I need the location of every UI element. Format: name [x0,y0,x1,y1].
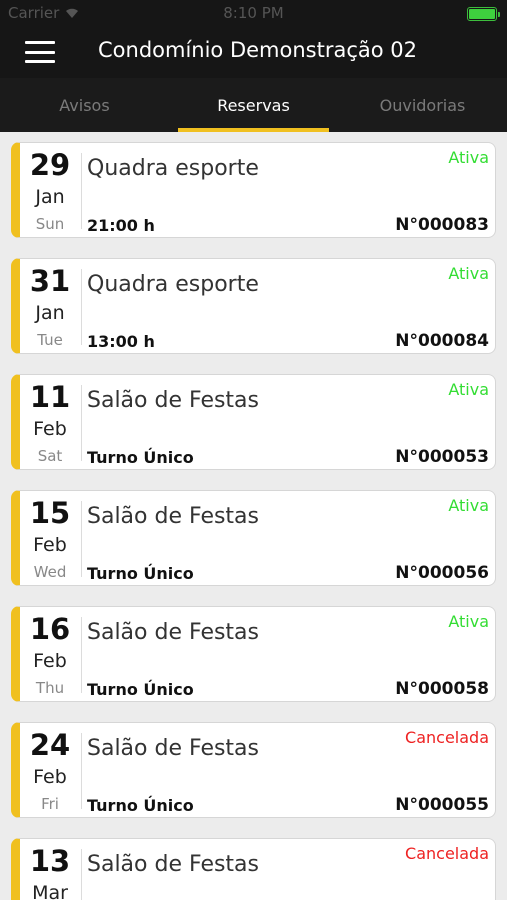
reservation-number: N°000053 [395,447,489,467]
reservation-date: 11 Feb Sat [20,375,80,469]
reservation-card[interactable]: 16 Feb Thu Salão de Festas Turno Único N… [11,606,496,702]
reservation-card[interactable]: 11 Feb Sat Salão de Festas Turno Único N… [11,374,496,470]
reservation-card[interactable]: 29 Jan Sun Quadra esporte 21:00 h N°0000… [11,142,496,238]
reservation-card[interactable]: 13 Mar Salão de Festas Cancelada [11,838,496,900]
reservation-weekday: Sat [37,447,63,465]
reservation-card[interactable]: 31 Jan Tue Quadra esporte 13:00 h N°0000… [11,258,496,354]
reservation-time: Turno Único [87,564,194,583]
reservation-number: N°000056 [395,563,489,583]
reservation-month: Feb [33,534,67,556]
reservation-day: 24 [29,728,71,762]
reservation-time: 13:00 h [87,332,155,351]
status-badge: Ativa [448,496,489,515]
reservation-title: Salão de Festas [87,620,260,645]
app-header: Condomínio Demonstração 02 [0,28,507,78]
reservation-day: 13 [29,844,71,878]
reservation-weekday: Thu [35,679,65,697]
status-time: 8:10 PM [223,4,284,22]
reservation-month: Mar [32,882,68,900]
reservation-number: N°000084 [395,331,489,351]
reservation-time: Turno Único [87,680,194,699]
reservation-date: 16 Feb Thu [20,607,80,701]
status-badge: Ativa [448,380,489,399]
reservation-title: Quadra esporte [87,272,259,297]
reservation-weekday: Sun [35,215,65,233]
reservation-title: Salão de Festas [87,504,260,529]
status-bar: Carrier 8:10 PM [0,0,507,28]
reservation-month: Jan [35,302,65,324]
card-divider [81,385,82,461]
reservation-weekday: Fri [41,795,59,813]
reservation-date: 29 Jan Sun [20,143,80,237]
reservation-day: 31 [29,264,71,298]
status-badge: Ativa [448,612,489,631]
reservation-number: N°000055 [395,795,489,815]
reservation-month: Feb [33,650,67,672]
reservation-card[interactable]: 24 Feb Fri Salão de Festas Turno Único N… [11,722,496,818]
reservation-date: 15 Feb Wed [20,491,80,585]
reservation-time: Turno Único [87,448,194,467]
reservation-day: 16 [29,612,71,646]
status-badge: Ativa [448,148,489,167]
reservation-day: 11 [29,380,71,414]
reservation-number: N°000058 [395,679,489,699]
card-divider [81,849,82,900]
tab-ouvidorias[interactable]: Ouvidorias [338,78,507,132]
reservation-card[interactable]: 15 Feb Wed Salão de Festas Turno Único N… [11,490,496,586]
reservation-month: Jan [35,186,65,208]
reservation-list[interactable]: 29 Jan Sun Quadra esporte 21:00 h N°0000… [0,132,507,900]
card-divider [81,501,82,577]
reservation-title: Salão de Festas [87,852,260,877]
reservation-time: Turno Único [87,796,194,815]
card-divider [81,269,82,345]
tab-bar: Avisos Reservas Ouvidorias [0,78,507,132]
page-title: Condomínio Demonstração 02 [98,38,417,62]
battery-icon [467,7,500,21]
reservation-title: Salão de Festas [87,388,260,413]
reservation-date: 31 Jan Tue [20,259,80,353]
reservation-day: 15 [29,496,71,530]
reservation-day: 29 [29,148,71,182]
card-divider [81,153,82,229]
reservation-weekday: Tue [37,331,63,349]
tab-avisos[interactable]: Avisos [0,78,169,132]
reservation-weekday: Wed [33,563,67,581]
card-divider [81,733,82,809]
reservation-title: Salão de Festas [87,736,260,761]
reservation-date: 24 Feb Fri [20,723,80,817]
hamburger-menu-icon[interactable] [25,41,55,63]
status-badge: Ativa [448,264,489,283]
reservation-time: 21:00 h [87,216,155,235]
status-badge: Cancelada [405,844,489,863]
reservation-number: N°000083 [395,215,489,235]
reservation-month: Feb [33,766,67,788]
reservation-title: Quadra esporte [87,156,259,181]
tab-reservas[interactable]: Reservas [169,78,338,132]
reservation-month: Feb [33,418,67,440]
reservation-date: 13 Mar [20,839,80,900]
card-divider [81,617,82,693]
status-badge: Cancelada [405,728,489,747]
